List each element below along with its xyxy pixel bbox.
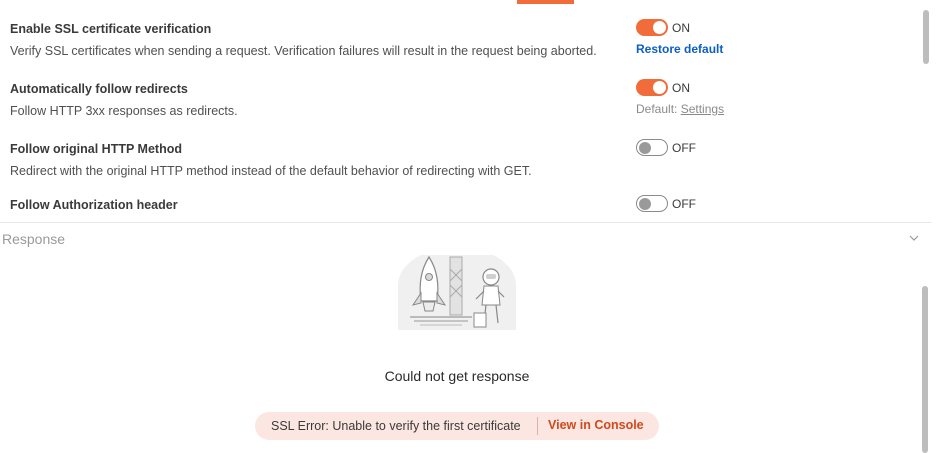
settings-link[interactable]: Settings: [681, 102, 724, 116]
setting-title: Follow Authorization header: [10, 198, 178, 212]
follow-original-method-toggle[interactable]: [636, 139, 668, 156]
setting-description: Verify SSL certificates when sending a r…: [10, 44, 597, 58]
view-in-console-link[interactable]: View in Console: [548, 418, 644, 432]
request-settings-panel: Enable SSL certificate verification Veri…: [0, 0, 920, 222]
response-scrollbar[interactable]: [922, 286, 928, 453]
ssl-verification-toggle[interactable]: [636, 19, 668, 36]
follow-redirects-toggle[interactable]: [636, 79, 668, 96]
chevron-down-icon[interactable]: [908, 234, 920, 242]
setting-description: Follow HTTP 3xx responses as redirects.: [10, 104, 238, 118]
toggle-state-label: OFF: [672, 197, 696, 211]
pane-divider[interactable]: [0, 222, 931, 223]
ssl-error-text: SSL Error: Unable to verify the first ce…: [271, 419, 521, 433]
default-prefix: Default:: [636, 102, 678, 116]
setting-title: Automatically follow redirects: [10, 82, 188, 96]
ssl-error-banner: SSL Error: Unable to verify the first ce…: [255, 412, 659, 440]
no-response-message: Could not get response: [384, 368, 530, 384]
toggle-state-label: ON: [672, 21, 690, 35]
setting-description: Redirect with the original HTTP method i…: [10, 164, 532, 178]
default-value-text: Default: Settings: [636, 102, 724, 116]
follow-auth-header-toggle[interactable]: [636, 195, 668, 212]
toggle-knob: [653, 81, 666, 94]
restore-default-link[interactable]: Restore default: [636, 42, 723, 56]
toggle-knob: [639, 141, 651, 154]
toggle-knob: [653, 21, 666, 34]
astronaut-rocket-illustration-icon: [398, 255, 516, 330]
banner-divider: [537, 417, 538, 435]
setting-title: Enable SSL certificate verification: [10, 22, 212, 36]
setting-title: Follow original HTTP Method: [10, 142, 182, 156]
toggle-state-label: ON: [672, 81, 690, 95]
toggle-knob: [639, 197, 651, 210]
response-pane-title[interactable]: Response: [2, 231, 65, 247]
settings-scrollbar[interactable]: [923, 10, 929, 64]
toggle-state-label: OFF: [672, 141, 696, 155]
